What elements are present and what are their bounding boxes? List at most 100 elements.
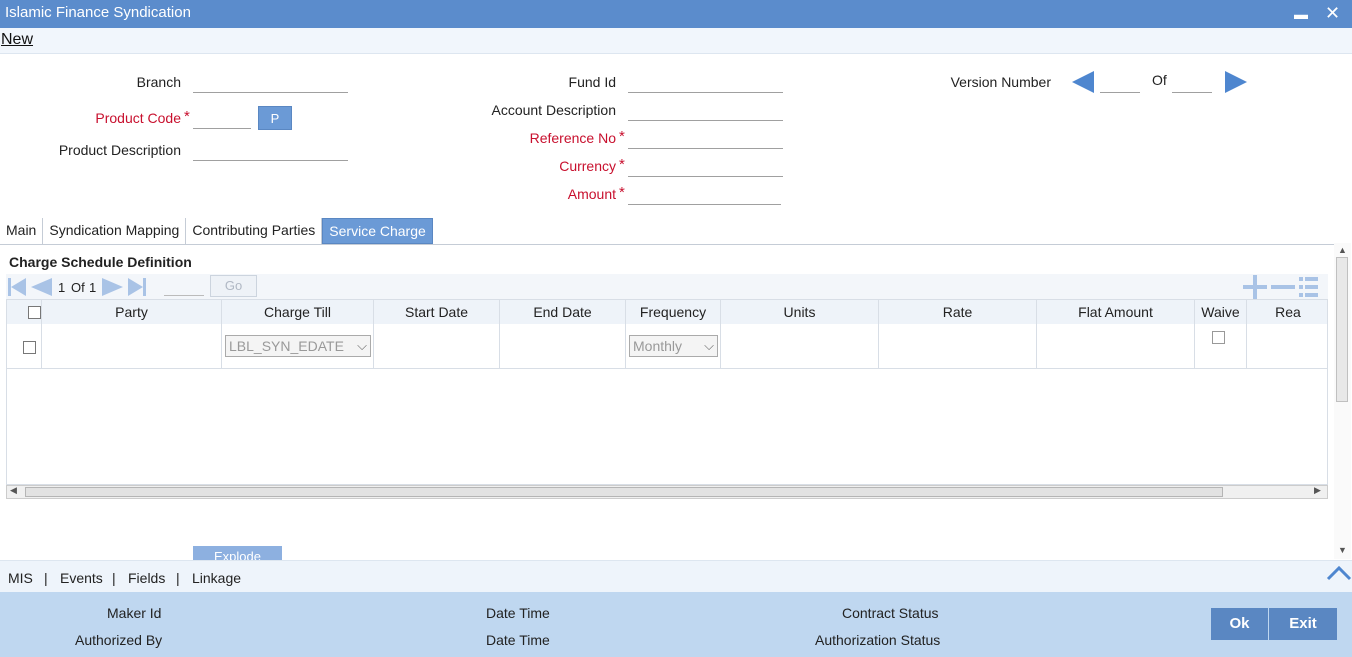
flat-amount-cell[interactable]: [1037, 324, 1195, 369]
amount-input[interactable]: [628, 183, 781, 205]
vertical-scrollbar[interactable]: ▲ ▼: [1334, 243, 1351, 559]
select-all-checkbox[interactable]: [28, 306, 41, 319]
audit-footer: Maker Id Authorized By Date Time Date Ti…: [0, 592, 1352, 657]
mis-link[interactable]: MIS: [8, 570, 33, 586]
tab-main[interactable]: Main: [0, 218, 44, 244]
tab-service-charge[interactable]: Service Charge: [322, 218, 433, 244]
waive-checkbox[interactable]: [1212, 331, 1225, 344]
column-header-rea[interactable]: Rea: [1247, 300, 1327, 324]
add-row-icon: [1253, 275, 1257, 299]
tab-divider: [0, 244, 1334, 245]
scroll-up-icon[interactable]: ▲: [1338, 245, 1347, 255]
column-header-party[interactable]: Party: [42, 300, 222, 324]
contract-status-label: Contract Status: [842, 605, 939, 621]
frequency-select[interactable]: Monthly ⌵: [629, 335, 718, 357]
previous-page-icon: [31, 278, 52, 296]
linkage-link[interactable]: Linkage: [192, 570, 241, 586]
section-title: Charge Schedule Definition: [9, 254, 192, 270]
scroll-down-icon[interactable]: ▼: [1338, 545, 1347, 555]
authorization-status-label: Authorization Status: [815, 632, 941, 648]
tab-syndication-mapping[interactable]: Syndication Mapping: [43, 218, 187, 244]
currency-input[interactable]: [628, 155, 783, 177]
vertical-scroll-thumb[interactable]: [1336, 257, 1348, 402]
fund-id-label: Fund Id: [568, 74, 616, 90]
authorized-by-label: Authorized By: [75, 632, 163, 648]
page-number-input[interactable]: [164, 276, 204, 296]
row-action-icons: [1243, 275, 1318, 299]
charge-schedule-grid: Party Charge Till Start Date End Date Fr…: [6, 299, 1328, 485]
ok-button[interactable]: Ok: [1211, 608, 1268, 640]
column-header-frequency[interactable]: Frequency: [626, 300, 721, 324]
fund-id-input[interactable]: [628, 71, 783, 93]
product-lookup-button[interactable]: P: [258, 106, 292, 130]
required-mark: *: [619, 128, 625, 145]
scroll-right-icon[interactable]: ▶: [1314, 485, 1321, 496]
chevron-down-icon: ⌵: [704, 338, 714, 353]
minimize-icon[interactable]: ▬: [1294, 2, 1308, 26]
branch-input[interactable]: [193, 71, 348, 93]
column-header-waive[interactable]: Waive: [1195, 300, 1247, 324]
waive-cell: [1195, 324, 1247, 369]
fields-link[interactable]: Fields: [128, 570, 165, 586]
rate-cell[interactable]: [879, 324, 1037, 369]
go-button[interactable]: Go: [210, 275, 257, 297]
events-link[interactable]: Events: [60, 570, 103, 586]
of-label: Of: [1152, 72, 1167, 88]
collapse-up-icon[interactable]: [1326, 565, 1352, 581]
column-header-flat-amount[interactable]: Flat Amount: [1037, 300, 1195, 324]
version-number-input[interactable]: [1100, 71, 1140, 93]
product-code-input[interactable]: [193, 107, 251, 129]
table-row: [7, 324, 42, 369]
rea-cell[interactable]: [1247, 324, 1327, 369]
new-menu-item[interactable]: New: [1, 31, 33, 49]
pager-of: Of: [71, 280, 85, 295]
product-description-label: Product Description: [58, 142, 181, 158]
pager-total: 1: [89, 280, 97, 295]
link-separator: |: [44, 570, 48, 586]
required-mark: *: [619, 156, 625, 173]
required-mark: *: [619, 184, 625, 201]
start-date-cell[interactable]: [374, 324, 500, 369]
account-description-label: Account Description: [491, 102, 616, 118]
window-titlebar: Islamic Finance Syndication: [0, 0, 1352, 28]
charge-till-select[interactable]: LBL_SYN_EDATE ⌵: [225, 335, 371, 357]
column-header-start-date[interactable]: Start Date: [374, 300, 500, 324]
required-mark: *: [184, 108, 190, 125]
charge-till-value: LBL_SYN_EDATE: [229, 338, 344, 354]
product-description-input[interactable]: [193, 139, 348, 161]
frequency-cell: Monthly ⌵: [626, 324, 721, 369]
last-page-icon: [143, 278, 146, 296]
chevron-down-icon: ⌵: [357, 338, 367, 353]
version-total-input[interactable]: [1172, 71, 1212, 93]
end-date-cell[interactable]: [500, 324, 626, 369]
pager-current: 1: [58, 280, 66, 295]
next-version-icon[interactable]: [1225, 71, 1247, 93]
date-time-label: Date Time: [486, 632, 550, 648]
exit-button[interactable]: Exit: [1269, 608, 1337, 640]
menu-bar: New: [0, 28, 1352, 54]
units-cell[interactable]: [721, 324, 879, 369]
column-header-units[interactable]: Units: [721, 300, 879, 324]
first-page-icon: [11, 278, 26, 296]
tab-contributing-parties[interactable]: Contributing Parties: [186, 218, 323, 244]
window-title: Islamic Finance Syndication: [5, 4, 191, 21]
column-header-rate[interactable]: Rate: [879, 300, 1037, 324]
close-icon[interactable]: ✕: [1325, 1, 1340, 25]
column-header-charge-till[interactable]: Charge Till: [222, 300, 374, 324]
party-cell[interactable]: [42, 324, 222, 369]
version-number-label: Version Number: [950, 74, 1051, 90]
reference-no-input[interactable]: [628, 127, 783, 149]
row-select-checkbox[interactable]: [23, 341, 36, 354]
bottom-links-bar: MIS | Events | Fields | Linkage: [0, 560, 1352, 592]
link-separator: |: [112, 570, 116, 586]
column-header-end-date[interactable]: End Date: [500, 300, 626, 324]
product-code-label: Product Code: [95, 110, 181, 126]
horizontal-scrollbar[interactable]: ◀ ▶: [6, 485, 1328, 499]
scroll-thumb[interactable]: [25, 487, 1223, 497]
previous-version-icon[interactable]: [1072, 71, 1094, 93]
delete-row-icon: [1271, 285, 1295, 289]
tab-bar: Main Syndication Mapping Contributing Pa…: [0, 218, 433, 244]
account-description-input[interactable]: [628, 99, 783, 121]
scroll-left-icon[interactable]: ◀: [10, 485, 17, 496]
date-time-label: Date Time: [486, 605, 550, 621]
